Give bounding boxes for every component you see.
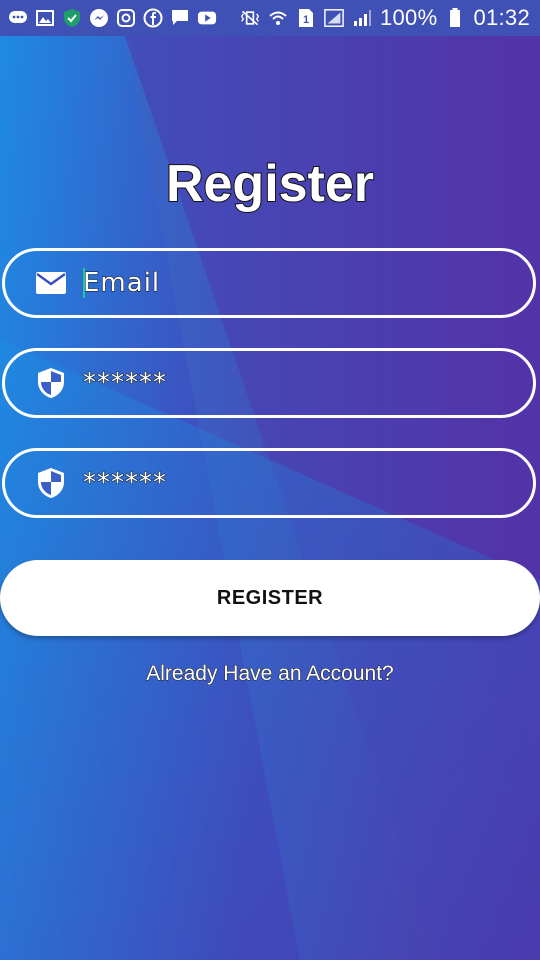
chat-bubble-icon [8,8,28,28]
signal-bars-icon [352,8,372,28]
vibrate-icon [240,8,260,28]
battery-percent: 100% [379,5,438,30]
messenger-icon [89,8,109,28]
svg-text:1: 1 [303,14,309,26]
shield-icon [33,365,69,401]
youtube-icon [197,8,217,28]
confirm-password-input[interactable]: ****** [83,468,167,499]
instagram-icon [116,8,136,28]
wifi-icon [268,8,288,28]
clock: 01:32 [473,5,530,30]
password-field[interactable]: ****** [2,348,536,418]
sim-icon: 1 [296,8,316,28]
battery-icon [445,8,465,28]
email-input[interactable]: Email [82,268,160,299]
message-icon [170,8,190,28]
confirm-password-field[interactable]: ****** [2,448,536,518]
shield-check-icon [62,8,82,28]
email-field[interactable]: Email [2,248,536,318]
mail-icon [33,265,69,301]
status-bar: 1 100% 01:32 [0,0,540,36]
shield-icon [33,465,69,501]
gallery-icon [35,8,55,28]
page-title: Register [165,154,375,214]
password-input[interactable]: ****** [83,368,167,399]
login-link[interactable]: Already Have an Account? [0,662,540,686]
register-button[interactable]: REGISTER [0,560,540,636]
facebook-icon [143,8,163,28]
signal-icon [324,8,344,28]
